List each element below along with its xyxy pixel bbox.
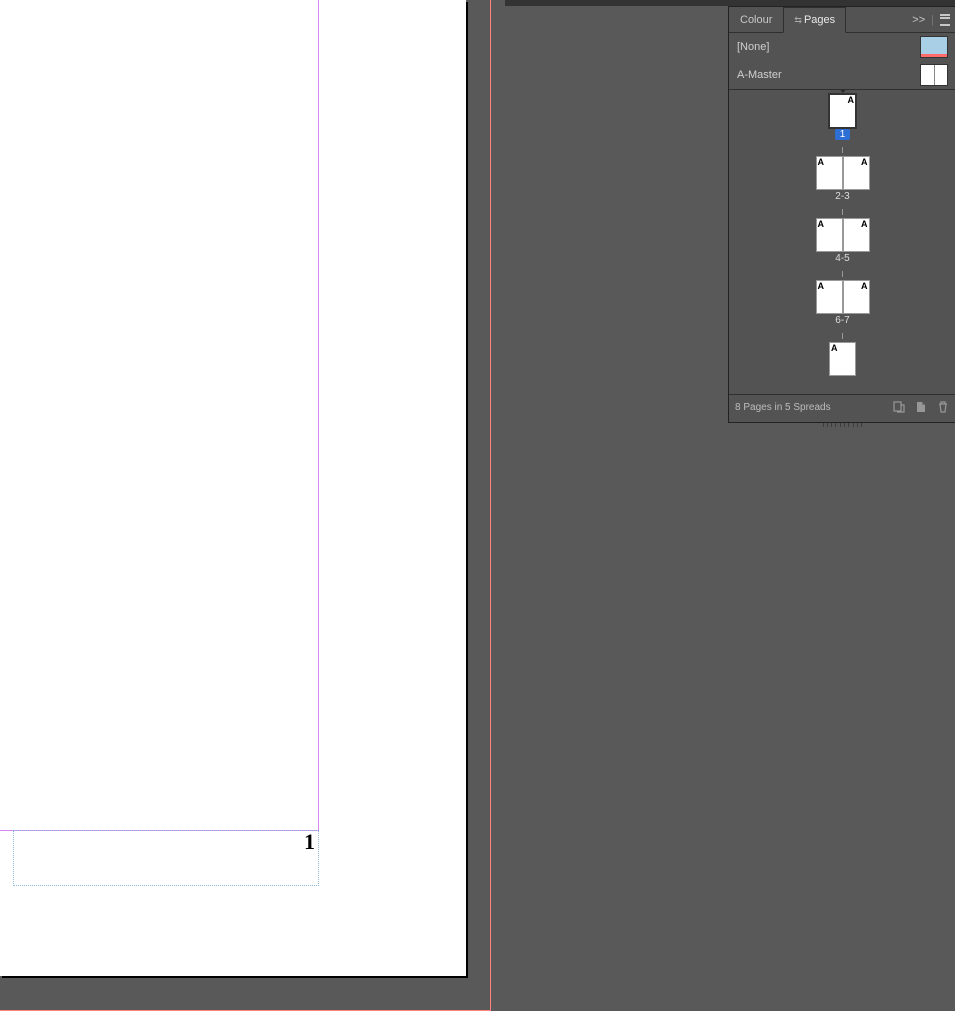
new-page-icon[interactable] (914, 400, 928, 414)
page-number-label: 6-7 (835, 315, 849, 326)
margin-guides (0, 0, 319, 831)
page-spread[interactable]: AA (816, 156, 870, 190)
page-number-text: 1 (304, 829, 315, 855)
page-thumbnail[interactable]: A (843, 218, 870, 252)
page-thumbnail[interactable]: A (843, 280, 870, 314)
tab-pages-label: Pages (804, 14, 835, 26)
applied-master-badge: A (830, 343, 839, 353)
spine-connector (842, 209, 843, 215)
page-number-label: 1 (835, 129, 851, 140)
sync-icon: ⇆ (794, 15, 800, 26)
page-thumbnail[interactable]: A (816, 280, 843, 314)
page-spread[interactable]: A (829, 94, 856, 128)
page-thumbnail[interactable]: A (829, 342, 856, 376)
applied-master-badge: A (817, 157, 826, 167)
master-none-label: [None] (737, 41, 769, 53)
section-start-icon (837, 90, 849, 93)
page-spread[interactable]: A (829, 342, 856, 376)
page-number-label: 4-5 (835, 253, 849, 264)
applied-master-badge: A (860, 281, 869, 291)
applied-master-badge: A (817, 281, 826, 291)
applied-master-badge: A (860, 219, 869, 229)
applied-master-badge: A (817, 219, 826, 229)
master-none-thumb[interactable] (920, 36, 948, 58)
document-canvas[interactable]: 1 (0, 0, 505, 1011)
page-thumbnail[interactable]: A (843, 156, 870, 190)
panel-status-text: 8 Pages in 5 Spreads (735, 402, 831, 413)
panel-collapse-button[interactable]: >> | (906, 8, 955, 32)
panel-tab-bar: Colour ⇆ Pages >> | (729, 7, 955, 33)
tab-pages[interactable]: ⇆ Pages (783, 7, 846, 33)
pasteboard: 1 (0, 0, 500, 1011)
page-thumbnail[interactable]: A (816, 156, 843, 190)
master-pages-section: [None] A-Master (729, 33, 955, 90)
panel-menu-icon[interactable] (940, 14, 950, 26)
collapse-chevrons-icon: >> (912, 14, 925, 26)
spine-connector (842, 333, 843, 339)
pages-panel: Colour ⇆ Pages >> | [None] A-Master A1AA… (728, 6, 955, 423)
page-thumbnail[interactable]: A (829, 94, 856, 128)
master-a-thumb[interactable] (920, 64, 948, 86)
delete-page-icon[interactable] (936, 400, 950, 414)
panel-footer: 8 Pages in 5 Spreads (729, 394, 955, 419)
applied-master-badge: A (860, 157, 869, 167)
page-number-label: 2-3 (835, 191, 849, 202)
edit-page-size-icon[interactable] (892, 400, 906, 414)
page-thumbnail[interactable]: A (816, 218, 843, 252)
panel-resize-grip[interactable] (823, 423, 863, 427)
applied-master-badge: A (847, 95, 856, 105)
master-a-row[interactable]: A-Master (729, 61, 955, 89)
master-none-row[interactable]: [None] (729, 33, 955, 61)
document-page[interactable]: 1 (0, 0, 466, 976)
master-a-label: A-Master (737, 69, 782, 81)
page-spread[interactable]: AA (816, 280, 870, 314)
spine-connector (842, 147, 843, 153)
panel-divider: | (931, 14, 934, 26)
tab-colour[interactable]: Colour (729, 7, 783, 32)
page-spread[interactable]: AA (816, 218, 870, 252)
page-number-text-frame[interactable]: 1 (13, 830, 319, 886)
spine-connector (842, 271, 843, 277)
pages-list[interactable]: A1AA2-3AA4-5AA6-7A (729, 90, 955, 394)
